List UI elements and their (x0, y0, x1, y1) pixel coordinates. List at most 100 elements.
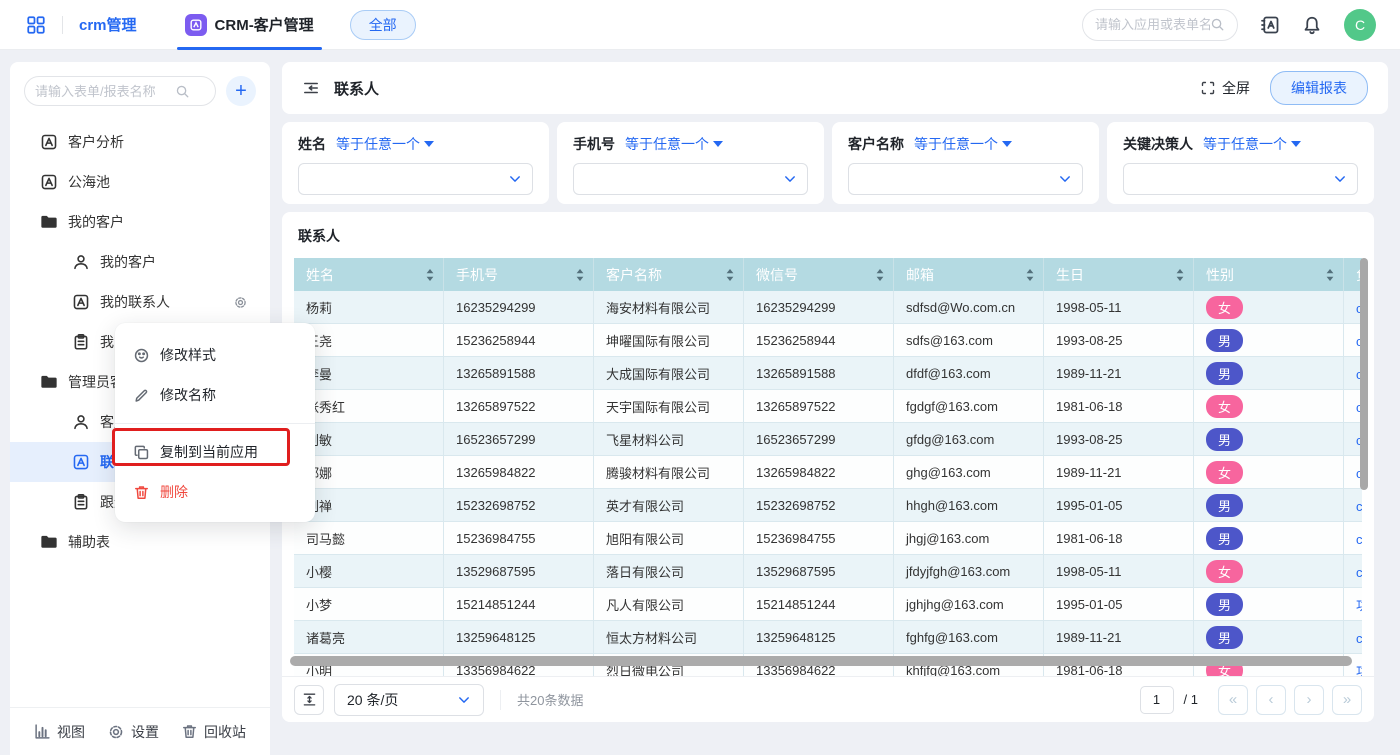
horizontal-scrollbar[interactable] (290, 656, 1352, 666)
filter-operator-dropdown[interactable]: 等于任意一个 (914, 134, 1012, 154)
cell-owner: crm管理员 (1344, 621, 1362, 654)
column-header[interactable]: 手机号 (444, 258, 594, 291)
sidebar-item[interactable]: 我的客户 (10, 242, 270, 282)
column-header[interactable]: 性别 (1194, 258, 1344, 291)
menu-item-copy-to-app[interactable]: 复制到当前应用 (115, 432, 315, 472)
fullscreen-button[interactable]: 全屏 (1200, 78, 1250, 98)
fullscreen-icon (1200, 80, 1216, 96)
sort-icon[interactable] (1325, 268, 1335, 282)
prev-page-button[interactable]: ‹ (1256, 685, 1286, 715)
table-row[interactable]: 郑娜 13265984822 腾骏材料有限公司 13265984822 ghg@… (294, 456, 1362, 489)
scope-pill[interactable]: 全部 (350, 10, 416, 40)
sort-icon[interactable] (1175, 268, 1185, 282)
column-header[interactable]: 客户名称 (594, 258, 744, 291)
table-row[interactable]: 诸葛亮 13259648125 恒太方材料公司 13259648125 fghf… (294, 621, 1362, 654)
table-row[interactable]: 李曼 13265891588 大成国际有限公司 13265891588 dfdf… (294, 357, 1362, 390)
column-header[interactable]: 生日 (1044, 258, 1194, 291)
sidebar-search-input[interactable] (35, 84, 175, 99)
table-row[interactable]: 小樱 13529687595 落日有限公司 13529687595 jfdyjf… (294, 555, 1362, 588)
owner-link[interactable]: crm管理员 (1356, 628, 1362, 647)
filter-value-select[interactable] (298, 163, 533, 195)
sidebar-item[interactable]: 辅助表 (10, 522, 270, 562)
cell-company: 大成国际有限公司 (594, 357, 744, 390)
collapse-sidebar-icon[interactable] (302, 79, 320, 97)
sidebar-item[interactable]: 我的联系人 (10, 282, 270, 322)
column-header[interactable]: 微信号 (744, 258, 894, 291)
gender-badge: 女 (1206, 461, 1243, 484)
gender-badge: 男 (1206, 329, 1243, 352)
first-page-button[interactable]: « (1218, 685, 1248, 715)
sort-icon[interactable] (425, 268, 435, 282)
filter-field-label: 关键决策人 (1123, 134, 1193, 154)
owner-link[interactable]: 功能管理员 (1356, 595, 1362, 614)
cell-company: 天宇国际有限公司 (594, 390, 744, 423)
last-page-button[interactable]: » (1332, 685, 1362, 715)
vertical-scrollbar[interactable] (1360, 258, 1368, 490)
table-row[interactable]: 小梦 15214851244 凡人有限公司 15214851244 jghjhg… (294, 588, 1362, 621)
filter-value-select[interactable] (848, 163, 1083, 195)
cell-gender: 女 (1194, 456, 1344, 489)
next-page-button[interactable]: › (1294, 685, 1324, 715)
menu-item-modify-style[interactable]: 修改样式 (115, 335, 315, 375)
caret-down-icon (1291, 141, 1301, 147)
sort-icon[interactable] (725, 268, 735, 282)
column-header[interactable]: 姓名 (294, 258, 444, 291)
menu-item-delete[interactable]: 删除 (115, 472, 315, 512)
table-row[interactable]: 张秀红 13265897522 天宇国际有限公司 13265897522 fgd… (294, 390, 1362, 423)
sidebar-item[interactable]: 我的客户 (10, 202, 270, 242)
cell-phone: 16523657299 (444, 423, 594, 456)
table-row[interactable]: 刘敏 16523657299 飞星材料公司 16523657299 gfdg@1… (294, 423, 1362, 456)
sidebar-item[interactable]: 客户分析 (10, 122, 270, 162)
sidebar-search[interactable] (24, 76, 216, 106)
contacts-book-icon[interactable] (1260, 15, 1280, 35)
menu-item-rename[interactable]: 修改名称 (115, 375, 315, 415)
table-row[interactable]: 王尧 15236258944 坤曜国际有限公司 15236258944 sdfs… (294, 324, 1362, 357)
style-icon (133, 347, 150, 364)
column-header[interactable]: 邮箱 (894, 258, 1044, 291)
add-form-button[interactable]: + (226, 76, 256, 106)
edit-report-button[interactable]: 编辑报表 (1270, 71, 1368, 105)
app-tab-crm[interactable]: CRM-客户管理 (171, 0, 328, 50)
table-row[interactable]: 刘禅 15232698752 英才有限公司 15232698752 hhgh@1… (294, 489, 1362, 522)
row-height-button[interactable] (294, 685, 324, 715)
owner-link[interactable]: 功能管理员 (1356, 661, 1362, 677)
pencil-icon (133, 387, 150, 404)
sidebar-footer-item[interactable]: 回收站 (181, 722, 246, 742)
sidebar-footer-item[interactable]: 设置 (107, 722, 159, 742)
sidebar-item-label: 公海池 (68, 172, 110, 192)
global-search-input[interactable] (1095, 17, 1210, 32)
cell-company: 凡人有限公司 (594, 588, 744, 621)
total-count-text: 共20条数据 (500, 690, 583, 710)
sort-icon[interactable] (575, 268, 585, 282)
sort-icon[interactable] (1025, 268, 1035, 282)
owner-link[interactable]: crm管理员 (1356, 529, 1362, 548)
filter-value-select[interactable] (1123, 163, 1358, 195)
chart-icon (34, 723, 51, 740)
table-row[interactable]: 杨莉 16235294299 海安材料有限公司 16235294299 sdfs… (294, 291, 1362, 324)
filter-operator-dropdown[interactable]: 等于任意一个 (1203, 134, 1301, 154)
notification-bell-icon[interactable] (1302, 15, 1322, 35)
gender-badge: 男 (1206, 593, 1243, 616)
cell-birthday: 1998-05-11 (1044, 291, 1194, 324)
filter-card: 手机号 等于任意一个 (557, 122, 824, 204)
filter-value-select[interactable] (573, 163, 808, 195)
filter-operator-dropdown[interactable]: 等于任意一个 (625, 134, 723, 154)
sort-icon[interactable] (875, 268, 885, 282)
workspace-name[interactable]: crm管理 (79, 14, 137, 35)
filter-operator-dropdown[interactable]: 等于任意一个 (336, 134, 434, 154)
global-search[interactable] (1082, 9, 1238, 41)
sidebar-footer-item[interactable]: 视图 (34, 722, 85, 742)
owner-link[interactable]: crm管理员 (1356, 496, 1362, 515)
cell-name: 小梦 (294, 588, 444, 621)
user-avatar[interactable]: C (1344, 9, 1376, 41)
app-grid-icon[interactable] (26, 15, 46, 35)
page-size-select[interactable]: 20 条/页 (334, 684, 484, 716)
cell-gender: 男 (1194, 621, 1344, 654)
sidebar-item[interactable]: 公海池 (10, 162, 270, 202)
gender-badge: 女 (1206, 560, 1243, 583)
page-number-input[interactable] (1140, 686, 1174, 714)
owner-link[interactable]: crm管理员 (1356, 562, 1362, 581)
table-row[interactable]: 司马懿 15236984755 旭阳有限公司 15236984755 jhgj@… (294, 522, 1362, 555)
menu-divider (115, 423, 315, 424)
item-config-gear-icon[interactable] (233, 295, 248, 310)
